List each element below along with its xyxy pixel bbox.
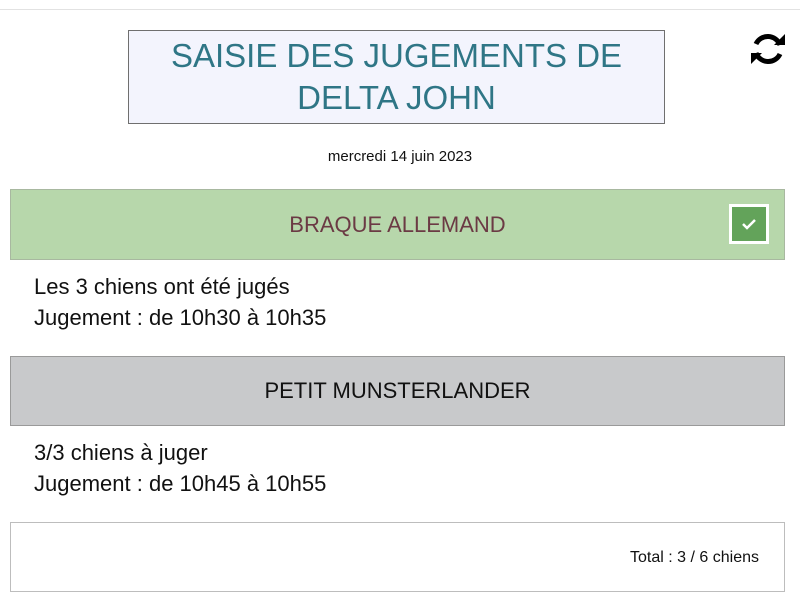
breed-info-petit-munsterlander: 3/3 chiens à juger Jugement : de 10h45 à… (34, 437, 326, 499)
status-line: Les 3 chiens ont été jugés (34, 274, 290, 299)
schedule-line: Jugement : de 10h30 à 10h35 (34, 305, 327, 330)
page-title-line-1: SAISIE DES JUGEMENTS DE (170, 37, 623, 74)
breed-info-braque-allemand: Les 3 chiens ont été jugés Jugement : de… (34, 271, 326, 333)
session-date: mercredi 14 juin 2023 (327, 148, 473, 165)
schedule-line: Jugement : de 10h45 à 10h55 (34, 471, 327, 496)
top-divider (0, 9, 800, 10)
status-line: 3/3 chiens à juger (34, 440, 208, 465)
refresh-icon (751, 34, 785, 64)
breed-header-braque-allemand[interactable]: BRAQUE ALLEMAND (10, 189, 785, 260)
page-title-line-2: DELTA JOHN (297, 79, 496, 116)
checkbox-checked-icon[interactable] (729, 204, 769, 244)
total-panel: Total : 3 / 6 chiens (10, 522, 785, 592)
page-title: SAISIE DES JUGEMENTS DE DELTA JOHN (128, 30, 665, 124)
checkmark-icon (742, 219, 756, 230)
total-count: Total : 3 / 6 chiens (630, 549, 759, 566)
breed-name: PETIT MUNSTERLANDER (264, 378, 531, 403)
breed-header-petit-munsterlander[interactable]: PETIT MUNSTERLANDER (10, 356, 785, 426)
breed-name: BRAQUE ALLEMAND (289, 211, 506, 237)
refresh-button[interactable] (748, 29, 788, 69)
